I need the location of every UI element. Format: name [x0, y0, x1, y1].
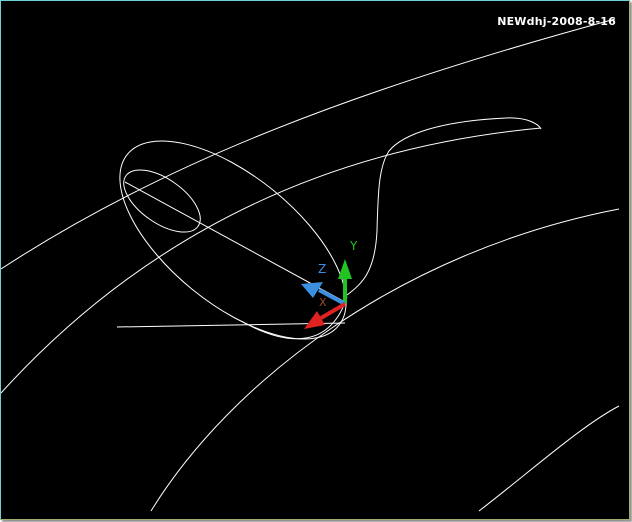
ucs-y-label: Y — [350, 239, 358, 253]
ucs-x-label: X — [319, 296, 327, 309]
ucs-icon — [301, 259, 352, 329]
ucs-z-label: Z — [318, 262, 327, 276]
cad-viewport[interactable]: Y Z X NEWdhj-2008-8-16 — [1, 1, 629, 519]
ucs-y-axis — [338, 259, 352, 304]
screenshot-frame: Y Z X NEWdhj-2008-8-16 — [0, 0, 630, 520]
watermark-label: NEWdhj-2008-8-16 — [497, 15, 616, 28]
